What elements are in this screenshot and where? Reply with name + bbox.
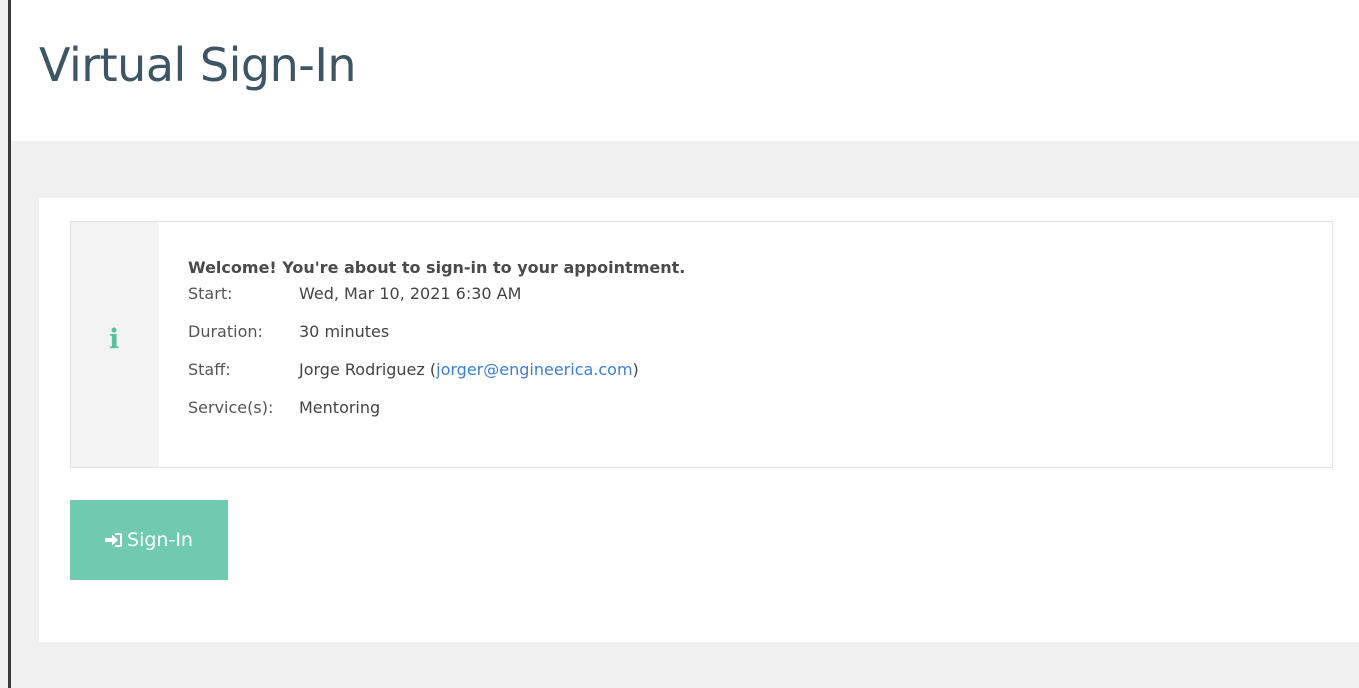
sign-in-icon [105, 532, 123, 548]
appointment-details: Welcome! You're about to sign-in to your… [188, 258, 685, 418]
page-header: Virtual Sign-In [11, 0, 1359, 141]
staff-value: Jorge Rodriguez (jorger@engineerica.com) [299, 360, 639, 380]
welcome-message: Welcome! You're about to sign-in to your… [188, 258, 686, 277]
staff-row: Staff: Jorge Rodriguez (jorger@engineeri… [188, 360, 685, 380]
sign-in-label: Sign-In [127, 529, 193, 551]
duration-label: Duration: [188, 322, 263, 341]
info-gutter: i [71, 222, 159, 467]
services-label: Service(s): [188, 398, 274, 417]
staff-name: Jorge Rodriguez [299, 360, 425, 379]
staff-email-link[interactable]: jorger@engineerica.com [436, 360, 632, 379]
page-title: Virtual Sign-In [39, 38, 357, 92]
staff-close-paren: ) [632, 360, 639, 379]
services-value: Mentoring [299, 398, 381, 417]
start-label: Start: [188, 284, 233, 303]
services-row: Service(s): Mentoring [188, 398, 685, 418]
duration-row: Duration: 30 minutes [188, 322, 685, 342]
start-row: Start: Wed, Mar 10, 2021 6:30 AM [188, 284, 685, 304]
content-panel: i Welcome! You're about to sign-in to yo… [39, 198, 1359, 642]
duration-value: 30 minutes [299, 322, 390, 341]
staff-label: Staff: [188, 360, 231, 379]
start-value: Wed, Mar 10, 2021 6:30 AM [299, 284, 522, 303]
page: Virtual Sign-In i Welcome! You're about … [0, 0, 1359, 688]
info-icon: i [109, 324, 120, 355]
sign-in-button[interactable]: Sign-In [70, 500, 228, 580]
appointment-info-box: i Welcome! You're about to sign-in to yo… [70, 221, 1333, 468]
